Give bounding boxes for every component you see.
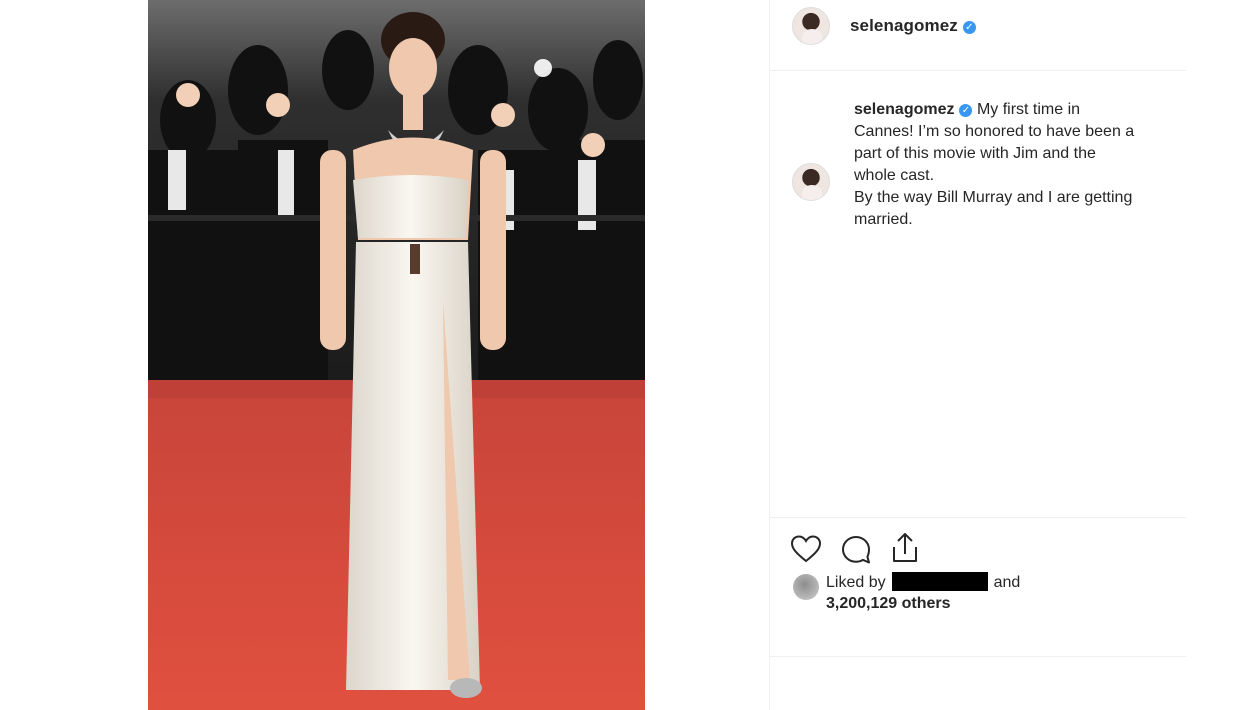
caption-line: By the way Bill Murray and I are getting: [854, 189, 1133, 206]
red-carpet-photo: [148, 0, 645, 710]
caption-line: married.: [854, 211, 913, 228]
caption-avatar[interactable]: [792, 163, 830, 201]
liker-avatar[interactable]: [793, 574, 819, 600]
post-header: selenagomez ✓: [770, 0, 1186, 71]
caption-line: Cannes! I’m so honored to have been a: [854, 123, 1135, 140]
liked-by-label: Liked by: [826, 574, 886, 591]
likes-count[interactable]: 3,200,129 others: [826, 595, 951, 613]
share-icon[interactable]: [889, 530, 921, 566]
heart-icon[interactable]: [790, 534, 822, 564]
verified-badge-icon: ✓: [962, 21, 976, 34]
username-text[interactable]: selenagomez: [850, 16, 958, 35]
post-actions: Liked by and 3,200,129 others: [770, 517, 1186, 657]
post-sidebar: selenagomez ✓ selenagomez ✓ My first time …: [769, 0, 1186, 710]
verified-badge-icon: ✓: [959, 104, 973, 117]
post-username[interactable]: selenagomez ✓: [850, 16, 976, 36]
caption-text: My first time in: [976, 101, 1081, 118]
avatar[interactable]: [792, 7, 830, 45]
comment-bubble-icon[interactable]: [840, 534, 872, 566]
caption-line: whole cast.: [854, 167, 935, 184]
caption-line-1: selenagomez ✓ My first time in: [854, 99, 1184, 121]
post-photo[interactable]: [148, 0, 645, 710]
redacted-username: [891, 572, 988, 591]
caption-username[interactable]: selenagomez: [854, 101, 954, 118]
caption-line: part of this movie with Jim and the: [854, 145, 1096, 162]
post-caption: selenagomez ✓ My first time in Cannes! I’…: [854, 99, 1184, 231]
likes-summary: Liked by and: [826, 572, 1020, 592]
likes-and-label: and: [993, 574, 1021, 591]
